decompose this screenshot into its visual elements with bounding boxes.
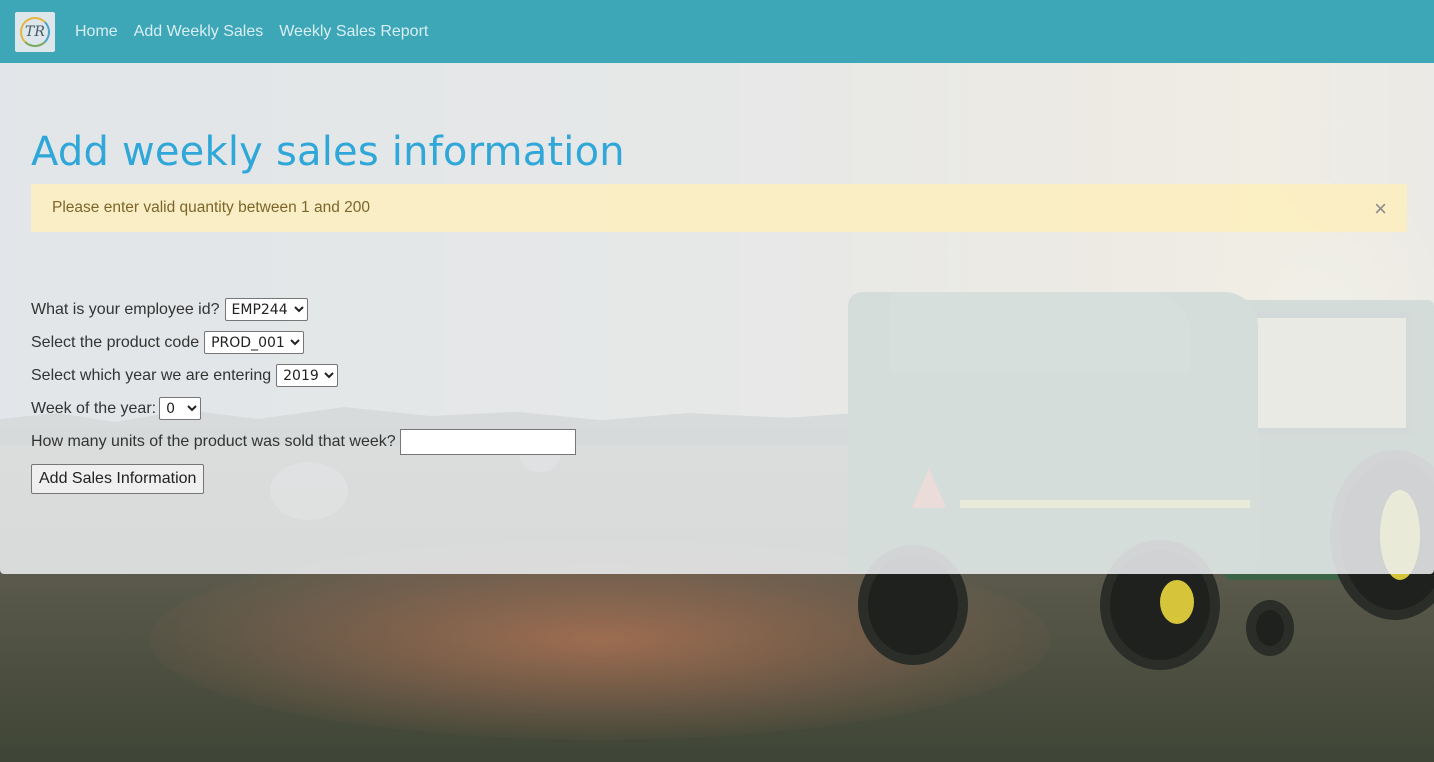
product-row: Select the product code PROD_001 <box>31 331 305 354</box>
add-sales-button[interactable]: Add Sales Information <box>31 464 205 494</box>
content-panel: Add weekly sales information Please ente… <box>0 63 1434 574</box>
employee-row: What is your employee id? EMP244 <box>31 298 308 321</box>
nav-link-home[interactable]: Home <box>75 23 118 41</box>
year-select[interactable]: 2019 <box>276 364 339 387</box>
small-wheel <box>1246 600 1294 656</box>
navbar: TR Home Add Weekly Sales Weekly Sales Re… <box>0 0 1434 63</box>
warning-alert: Please enter valid quantity between 1 an… <box>31 184 1407 232</box>
employee-label: What is your employee id? <box>31 300 220 318</box>
units-row: How many units of the product was sold t… <box>31 429 576 455</box>
product-select[interactable]: PROD_001 <box>204 331 305 354</box>
nav-link-add-weekly-sales[interactable]: Add Weekly Sales <box>134 23 264 41</box>
week-select[interactable]: 0 <box>159 397 202 420</box>
employee-select[interactable]: EMP244 <box>224 298 308 321</box>
units-label: How many units of the product was sold t… <box>31 433 396 450</box>
nav-link-weekly-sales-report[interactable]: Weekly Sales Report <box>279 23 428 41</box>
year-row: Select which year we are entering 2019 <box>31 364 339 387</box>
logo-text: TR <box>25 23 45 40</box>
page-title: Add weekly sales information <box>31 129 625 175</box>
week-row: Week of the year: 0 <box>31 397 202 420</box>
logo-icon[interactable]: TR <box>15 11 55 52</box>
year-label: Select which year we are entering <box>31 366 272 384</box>
units-input[interactable] <box>399 429 576 455</box>
week-label: Week of the year: <box>31 399 157 417</box>
alert-message: Please enter valid quantity between 1 an… <box>52 199 370 216</box>
product-label: Select the product code <box>31 333 200 351</box>
close-icon[interactable]: × <box>1374 198 1387 220</box>
